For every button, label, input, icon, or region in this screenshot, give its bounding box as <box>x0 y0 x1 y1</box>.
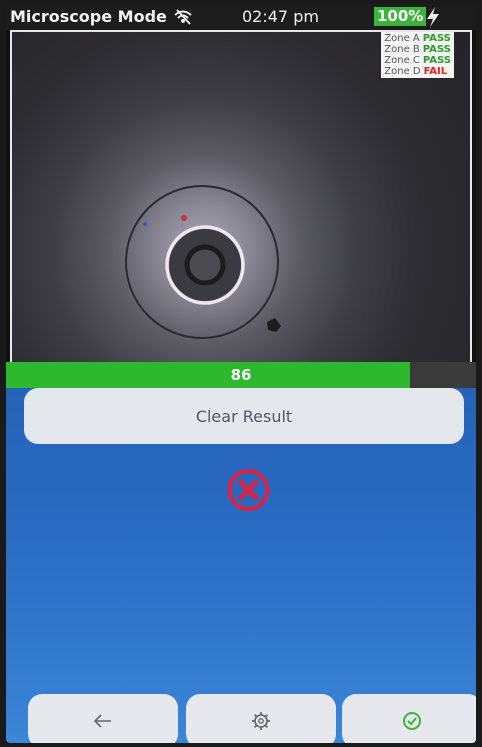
clear-result-button[interactable]: Clear Result <box>24 388 464 444</box>
defect-mark <box>181 215 187 221</box>
zone-status: PASS <box>422 33 451 44</box>
zone-status: PASS <box>422 44 451 55</box>
defect-mark <box>143 222 147 226</box>
back-button[interactable] <box>28 694 178 743</box>
fail-x-icon <box>227 469 269 511</box>
zone-status: PASS <box>422 55 451 66</box>
bolt-icon <box>427 7 439 27</box>
core-ring <box>184 244 226 286</box>
settings-button[interactable] <box>186 694 336 743</box>
zone-label: Zone A <box>384 33 420 44</box>
clock: 02:47 pm <box>242 7 319 26</box>
score-value: 86 <box>230 366 252 384</box>
fiber-overlay <box>125 185 281 339</box>
battery-level: 100% <box>374 7 427 26</box>
microscope-view[interactable]: Zone A PASS Zone B PASS Zone C PASS Zone… <box>10 30 472 364</box>
debris-particle <box>267 318 281 332</box>
zone-label: Zone B <box>384 44 420 55</box>
zone-row: Zone A PASS <box>384 33 451 44</box>
zone-row: Zone C PASS <box>384 55 451 66</box>
zone-label: Zone D <box>384 66 421 77</box>
status-bar: Microscope Mode 02:47 pm 100% <box>6 4 476 30</box>
gear-icon <box>252 712 270 730</box>
arrow-left-icon <box>94 714 111 728</box>
zone-label: Zone C <box>384 55 420 66</box>
result-panel: Clear Result <box>6 388 476 743</box>
zone-status: FAIL <box>423 66 448 77</box>
zone-row: Zone D FAIL <box>384 66 451 77</box>
score-bar: 86 <box>6 362 476 388</box>
wifi-icon <box>174 9 192 25</box>
zone-row: Zone B PASS <box>384 44 451 55</box>
zone-legend: Zone A PASS Zone B PASS Zone C PASS Zone… <box>381 32 454 78</box>
check-circle-icon <box>403 712 421 730</box>
device-screen: Microscope Mode 02:47 pm 100% Zone A PAS… <box>6 4 476 743</box>
mode-title: Microscope Mode <box>10 7 167 26</box>
confirm-button[interactable] <box>342 694 476 743</box>
